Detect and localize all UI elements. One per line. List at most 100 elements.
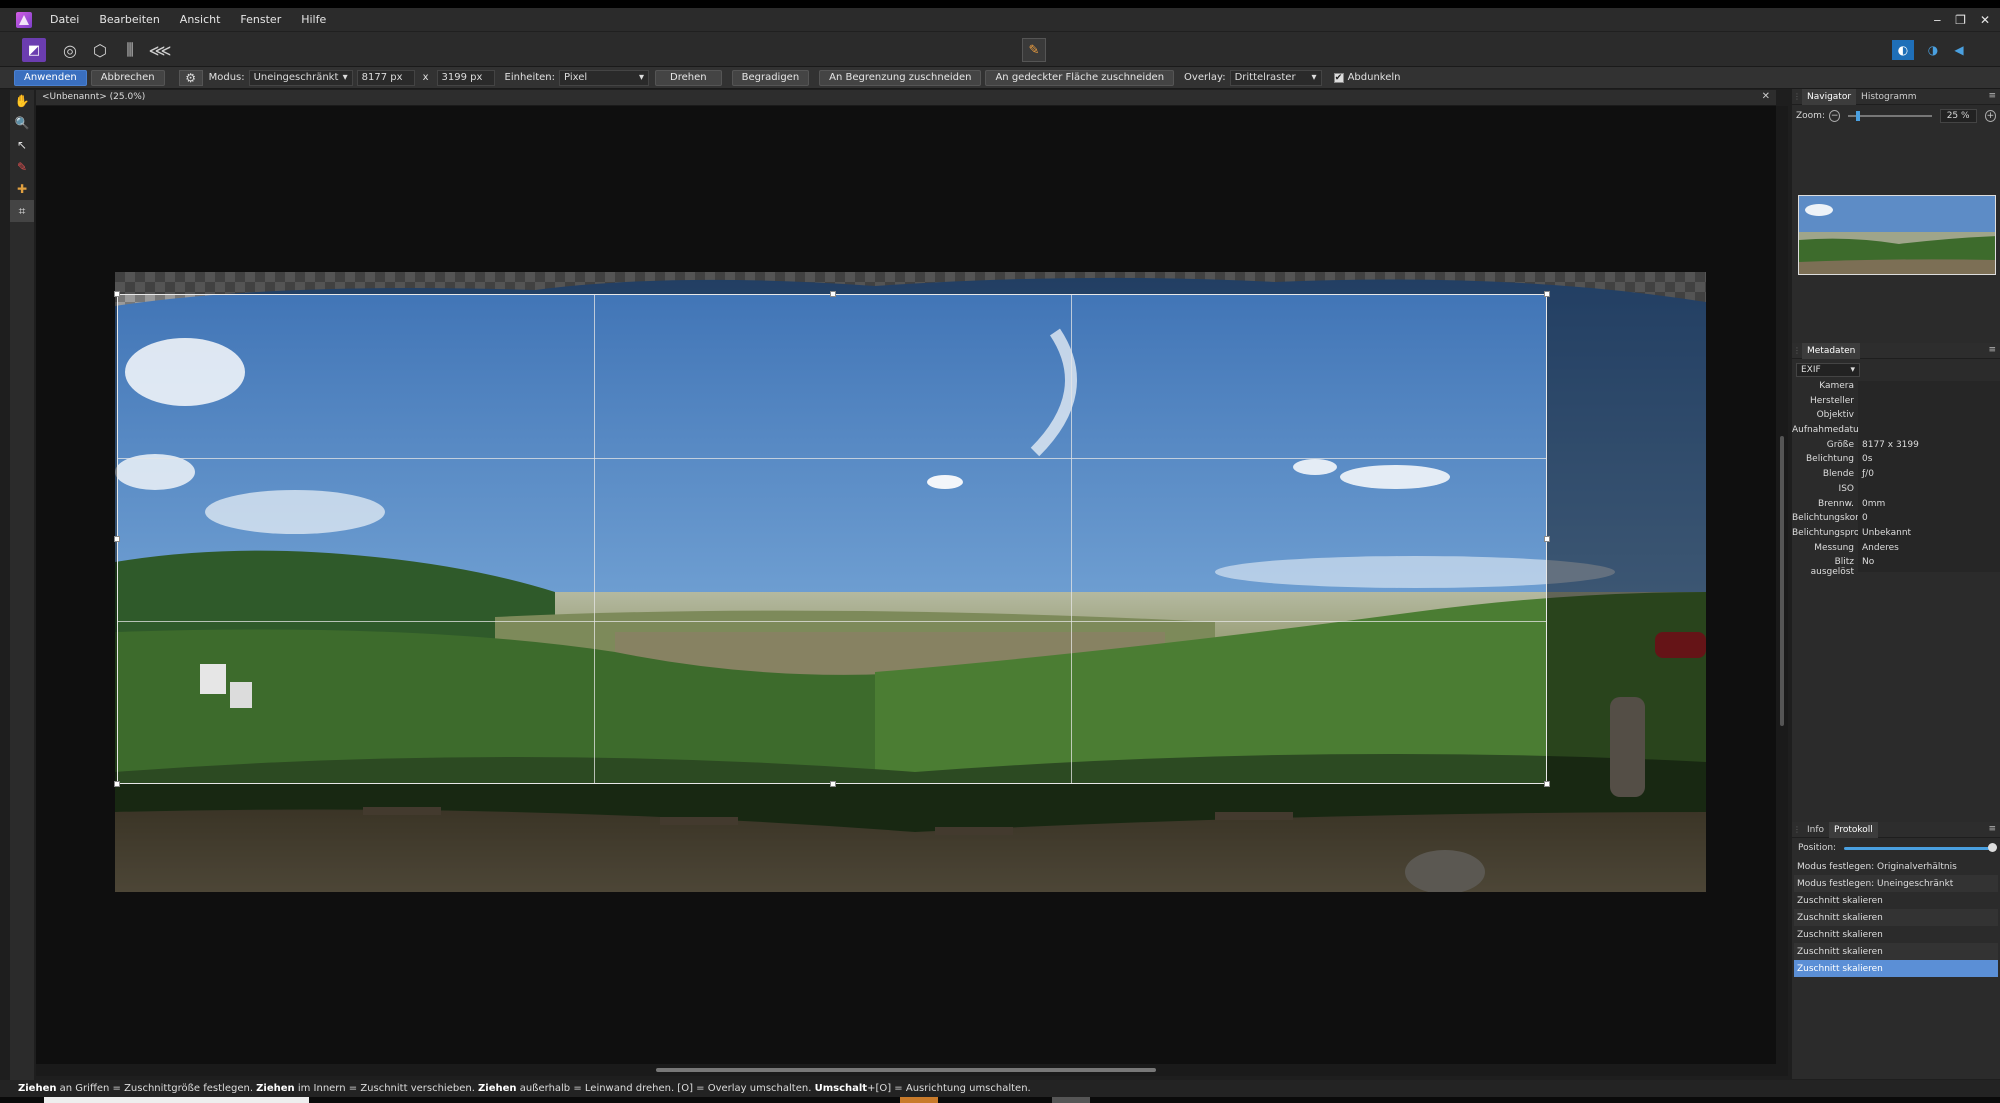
crop-handle-right[interactable] bbox=[1544, 536, 1550, 542]
metadata-row: Aufnahmedatum bbox=[1792, 425, 2000, 440]
zoom-slider[interactable] bbox=[1848, 111, 1932, 121]
canvas[interactable] bbox=[36, 106, 1776, 1064]
photo-persona-icon[interactable]: ◩ bbox=[22, 38, 46, 62]
tab-metadata[interactable]: Metadaten bbox=[1802, 342, 1861, 359]
metadata-type-select[interactable]: EXIF ▾ bbox=[1796, 363, 1860, 377]
overlay-select[interactable]: Drittelraster ▾ bbox=[1229, 69, 1322, 86]
export-persona-icon[interactable]: ⋘ bbox=[148, 38, 172, 62]
metadata-row: Belichtungskor. 0 bbox=[1792, 513, 2000, 528]
metadata-value: 8177 x 3199 bbox=[1858, 439, 2000, 455]
mode-select[interactable]: Uneingeschränkt ▾ bbox=[248, 69, 353, 86]
minimize-button[interactable]: ‒ bbox=[1934, 13, 1942, 27]
crop-tool-icon[interactable]: ⌗ bbox=[10, 200, 34, 222]
zoom-label: Zoom: bbox=[1796, 111, 1825, 121]
zoom-tool-icon[interactable]: 🔍 bbox=[10, 112, 34, 134]
grip-icon: ⋮ bbox=[1793, 346, 1801, 355]
history-item[interactable]: Zuschnitt skalieren bbox=[1794, 960, 1998, 977]
crop-handle-top-left[interactable] bbox=[114, 291, 120, 297]
hand-tool-icon[interactable]: ✋ bbox=[10, 90, 34, 112]
history-item[interactable]: Modus festlegen: Uneingeschränkt bbox=[1794, 875, 1998, 892]
zoom-value-field[interactable]: 25 % bbox=[1939, 109, 1977, 123]
units-label: Einheiten: bbox=[504, 72, 556, 83]
vertical-scroll-thumb[interactable] bbox=[1780, 436, 1784, 726]
apply-button[interactable]: Anwenden bbox=[14, 69, 87, 86]
persona-toolbar: ◩ ◎ ⬡ ⫼ ⋘ ✎ ◐ ◑ ◀ bbox=[0, 31, 2000, 67]
gear-icon[interactable]: ⚙ bbox=[178, 69, 203, 86]
view-mode-single-icon[interactable]: ◐ bbox=[1892, 40, 1914, 60]
units-select[interactable]: Pixel ▾ bbox=[559, 69, 650, 86]
menu-bar: Datei Bearbeiten Ansicht Fenster Hilfe ‒… bbox=[0, 8, 2000, 31]
crop-handle-bottom-right[interactable] bbox=[1544, 781, 1550, 787]
history-position-slider[interactable] bbox=[1844, 842, 1997, 852]
liquify-persona-icon[interactable]: ◎ bbox=[58, 38, 82, 62]
metadata-value bbox=[1858, 483, 2000, 499]
view-mode-split-icon[interactable]: ◑ bbox=[1922, 40, 1944, 60]
navigator-thumbnail[interactable] bbox=[1798, 195, 1996, 275]
crop-to-covered-area-button[interactable]: An gedeckter Fläche zuschneiden bbox=[985, 69, 1175, 86]
crop-handle-bottom[interactable] bbox=[830, 781, 836, 787]
crop-to-bounds-button[interactable]: An Begrenzung zuschneiden bbox=[819, 69, 982, 86]
vertical-scrollbar[interactable] bbox=[1776, 106, 1788, 1064]
healing-tool-icon[interactable]: ✚ bbox=[10, 178, 34, 200]
rotate-button[interactable]: Drehen bbox=[655, 69, 722, 86]
menu-bearbeiten[interactable]: Bearbeiten bbox=[99, 13, 159, 26]
tone-mapping-persona-icon[interactable]: ⫼ bbox=[118, 38, 142, 62]
crop-handle-bottom-left[interactable] bbox=[114, 781, 120, 787]
tab-navigator[interactable]: Navigator bbox=[1802, 88, 1857, 105]
crop-handle-left[interactable] bbox=[114, 536, 120, 542]
horizontal-scroll-thumb[interactable] bbox=[656, 1068, 1156, 1072]
metadata-row: Kamera bbox=[1792, 381, 2000, 396]
history-item[interactable]: Zuschnitt skalieren bbox=[1794, 909, 1998, 926]
assistant-icon[interactable]: ✎ bbox=[1022, 38, 1046, 62]
tab-histogram[interactable]: Histogramm bbox=[1856, 89, 1921, 105]
tab-history[interactable]: Protokoll bbox=[1829, 821, 1878, 838]
brush-tool-icon[interactable]: ✎ bbox=[10, 156, 34, 178]
close-window-button[interactable]: ✕ bbox=[1980, 13, 1990, 27]
crop-handle-top[interactable] bbox=[830, 291, 836, 297]
panel-menu-icon[interactable]: ≡ bbox=[1988, 345, 1996, 355]
crop-height-field[interactable]: 3199 px bbox=[436, 69, 495, 86]
history-list: Modus festlegen: Originalverhältnis Modus… bbox=[1792, 858, 2000, 977]
taskbar-item[interactable] bbox=[1052, 1097, 1090, 1103]
menu-datei[interactable]: Datei bbox=[50, 13, 79, 26]
metadata-value: Anderes bbox=[1858, 542, 2000, 558]
history-item[interactable]: Zuschnitt skalieren bbox=[1794, 892, 1998, 909]
zoom-in-icon[interactable]: + bbox=[1984, 110, 1996, 122]
thirds-grid-line bbox=[594, 295, 595, 783]
metadata-key: Blitz ausgelöst bbox=[1810, 557, 1854, 578]
menu-ansicht[interactable]: Ansicht bbox=[180, 13, 221, 26]
crop-handle-top-right[interactable] bbox=[1544, 291, 1550, 297]
darken-checkbox[interactable]: ✔ bbox=[1333, 72, 1344, 83]
menu-fenster[interactable]: Fenster bbox=[240, 13, 281, 26]
zoom-out-icon[interactable]: − bbox=[1828, 110, 1841, 122]
close-icon[interactable]: ✕ bbox=[1762, 91, 1770, 102]
taskbar-item[interactable] bbox=[44, 1097, 309, 1103]
history-item[interactable]: Modus festlegen: Originalverhältnis bbox=[1794, 858, 1998, 875]
metadata-row: Belichtungsprog. Unbekannt bbox=[1792, 527, 2000, 543]
menu-hilfe[interactable]: Hilfe bbox=[301, 13, 326, 26]
status-bar: Ziehen an Griffen = Zuschnittgröße festl… bbox=[0, 1080, 2000, 1097]
history-item[interactable]: Zuschnitt skalieren bbox=[1794, 926, 1998, 943]
metadata-key: Kamera bbox=[1819, 381, 1854, 391]
cancel-button[interactable]: Abbrechen bbox=[90, 69, 165, 86]
panel-menu-icon[interactable]: ≡ bbox=[1988, 91, 1996, 101]
straighten-button[interactable]: Begradigen bbox=[731, 69, 810, 86]
crop-width-field[interactable]: 8177 px bbox=[356, 69, 415, 86]
tab-info[interactable]: Info bbox=[1802, 822, 1829, 838]
metadata-row: ISO bbox=[1792, 483, 2000, 499]
chevron-down-icon: ▾ bbox=[638, 72, 645, 83]
panel-menu-icon[interactable]: ≡ bbox=[1988, 824, 1996, 834]
restore-button[interactable]: ❐ bbox=[1955, 13, 1966, 27]
metadata-key: Blende bbox=[1822, 469, 1854, 480]
taskbar-item[interactable] bbox=[900, 1097, 938, 1103]
view-mode-mirror-icon[interactable]: ◀ bbox=[1948, 40, 1970, 60]
horizontal-scrollbar[interactable] bbox=[36, 1064, 1788, 1076]
chevron-down-icon: ▾ bbox=[342, 72, 348, 83]
move-tool-icon[interactable]: ↖ bbox=[10, 134, 34, 156]
develop-persona-icon[interactable]: ⬡ bbox=[88, 38, 112, 62]
crop-rectangle[interactable] bbox=[114, 291, 1550, 787]
metadata-value: 0s bbox=[1858, 454, 2000, 470]
history-item[interactable]: Zuschnitt skalieren bbox=[1794, 943, 1998, 960]
metadata-row: Blitz ausgelöst No bbox=[1792, 557, 2000, 578]
document-tab[interactable]: <Unbenannt> (25.0%) bbox=[42, 92, 145, 102]
